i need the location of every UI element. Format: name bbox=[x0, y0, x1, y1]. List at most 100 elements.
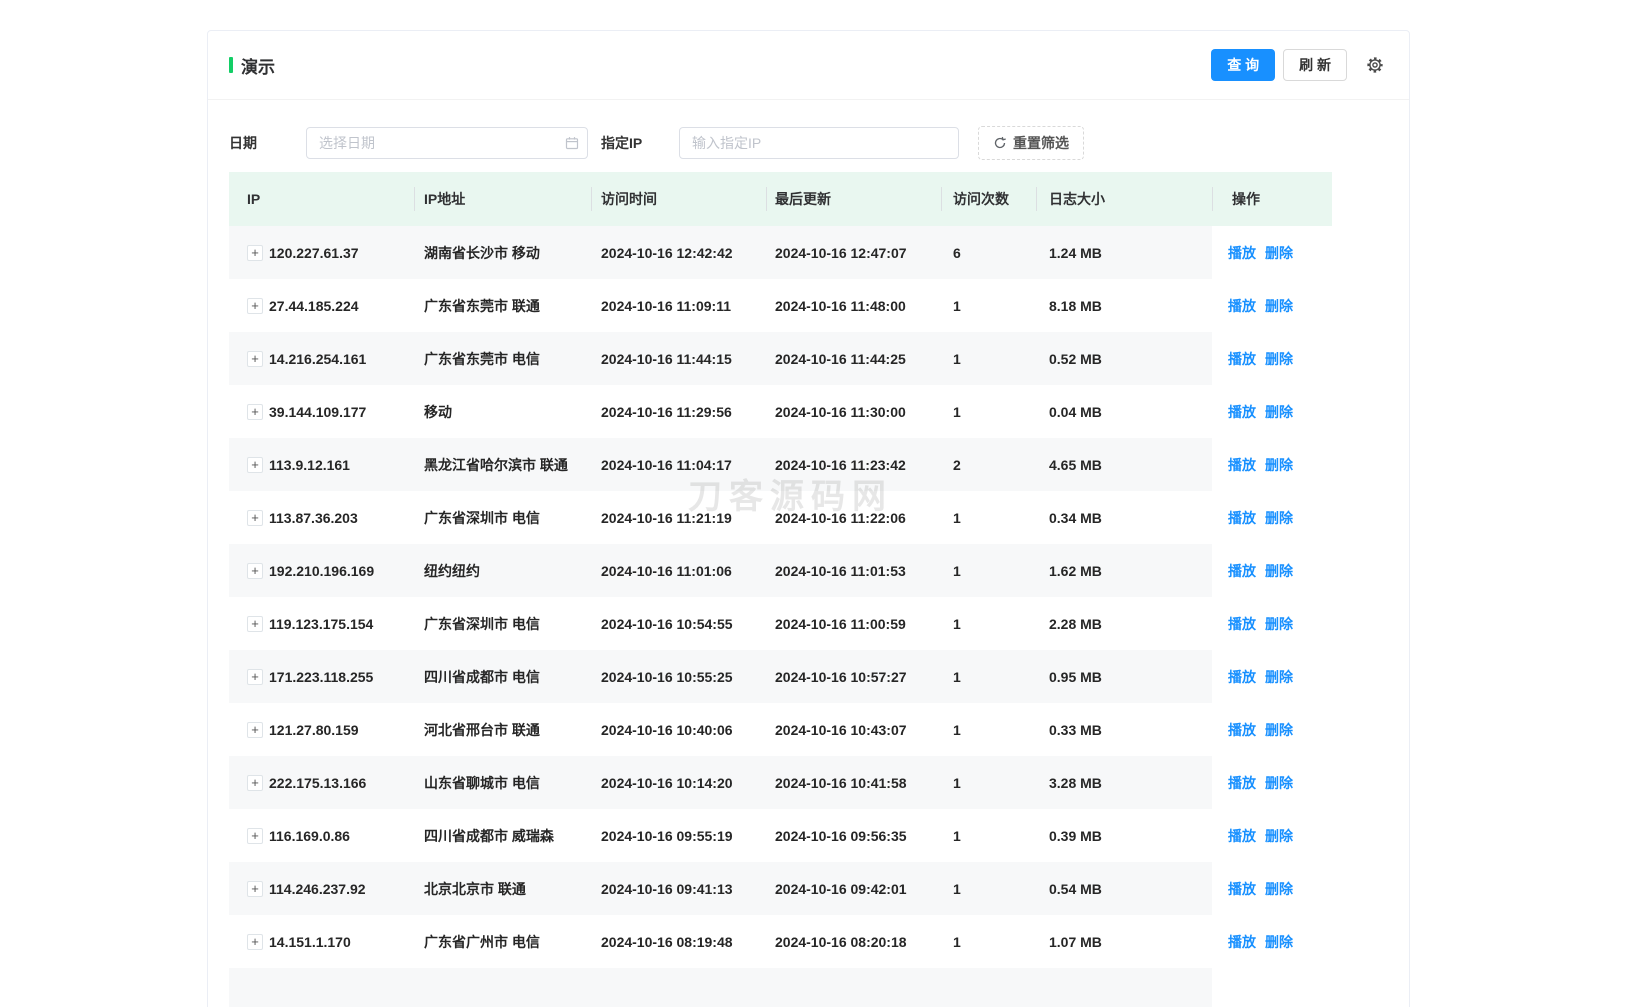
expand-row-button[interactable]: + bbox=[247, 616, 263, 632]
table-row: + 121.27.80.159 河北省邢台市 联通 2024-10-16 10:… bbox=[229, 703, 1332, 756]
ip-value: 192.210.196.169 bbox=[269, 563, 374, 579]
ip-filter-label: 指定IP bbox=[601, 133, 679, 153]
cell-log-size: 0.54 MB bbox=[1036, 862, 1212, 915]
expand-row-button[interactable]: + bbox=[247, 298, 263, 314]
cell-visit-time: 2024-10-16 12:42:42 bbox=[591, 226, 766, 279]
cell-address: 湖南省长沙市 移动 bbox=[414, 226, 591, 279]
ip-filter-input[interactable] bbox=[679, 127, 959, 159]
expand-row-button[interactable]: + bbox=[247, 351, 263, 367]
delete-link[interactable]: 删除 bbox=[1265, 296, 1293, 316]
column-header-last-update: 最后更新 bbox=[766, 172, 941, 226]
play-link[interactable]: 播放 bbox=[1228, 667, 1256, 687]
cell-log-size: 0.95 MB bbox=[1036, 650, 1212, 703]
expand-row-button[interactable]: + bbox=[247, 775, 263, 791]
cell-ip: + 113.87.36.203 bbox=[229, 491, 414, 544]
cell-address: 黑龙江省哈尔滨市 联通 bbox=[414, 438, 591, 491]
delete-link[interactable]: 删除 bbox=[1265, 455, 1293, 475]
play-link[interactable]: 播放 bbox=[1228, 614, 1256, 634]
ip-value: 171.223.118.255 bbox=[269, 669, 373, 685]
delete-link[interactable]: 删除 bbox=[1265, 720, 1293, 740]
expand-row-button[interactable]: + bbox=[247, 881, 263, 897]
date-filter-label: 日期 bbox=[229, 133, 306, 153]
ip-value: 120.227.61.37 bbox=[269, 245, 359, 261]
ip-value: 113.87.36.203 bbox=[269, 510, 358, 526]
play-link[interactable]: 播放 bbox=[1228, 508, 1256, 528]
cell-actions: 播放 删除 bbox=[1212, 862, 1332, 915]
delete-link[interactable]: 删除 bbox=[1265, 243, 1293, 263]
cell-actions: 播放 删除 bbox=[1212, 703, 1332, 756]
play-link[interactable]: 播放 bbox=[1228, 349, 1256, 369]
delete-link[interactable]: 删除 bbox=[1265, 932, 1293, 952]
refresh-button[interactable]: 刷 新 bbox=[1283, 49, 1347, 81]
cell-actions: 播放 删除 bbox=[1212, 438, 1332, 491]
delete-link[interactable]: 删除 bbox=[1265, 826, 1293, 846]
expand-row-button[interactable]: + bbox=[247, 934, 263, 950]
date-picker-input[interactable] bbox=[306, 127, 588, 159]
cell-visit-time: 2024-10-16 11:09:11 bbox=[591, 279, 766, 332]
cell-visit-time: 2024-10-16 11:44:15 bbox=[591, 332, 766, 385]
settings-button[interactable] bbox=[1365, 55, 1385, 75]
query-button[interactable]: 查 询 bbox=[1211, 49, 1275, 81]
cell-address: 河北省邢台市 联通 bbox=[414, 703, 591, 756]
cell-address: 纽约纽约 bbox=[414, 544, 591, 597]
cell-visit-count: 1 bbox=[941, 332, 1036, 385]
delete-link[interactable]: 删除 bbox=[1265, 508, 1293, 528]
filter-bar: 日期 指定IP 重置筛选 bbox=[229, 126, 1388, 160]
play-link[interactable]: 播放 bbox=[1228, 455, 1256, 475]
play-link[interactable]: 播放 bbox=[1228, 773, 1256, 793]
table-row: + 120.227.61.37 湖南省长沙市 移动 2024-10-16 12:… bbox=[229, 226, 1332, 279]
delete-link[interactable]: 删除 bbox=[1265, 879, 1293, 899]
cell-last-update: 2024-10-16 08:20:18 bbox=[766, 915, 941, 968]
cell-ip: + 27.44.185.224 bbox=[229, 279, 414, 332]
cell-log-size: 8.18 MB bbox=[1036, 279, 1212, 332]
expand-row-button[interactable]: + bbox=[247, 828, 263, 844]
play-link[interactable]: 播放 bbox=[1228, 296, 1256, 316]
table-header: IP IP地址 访问时间 最后更新 访问次数 日志大小 操作 bbox=[229, 172, 1332, 226]
header-actions: 查 询 刷 新 bbox=[1211, 49, 1385, 81]
expand-row-button[interactable]: + bbox=[247, 404, 263, 420]
expand-row-button[interactable]: + bbox=[247, 457, 263, 473]
cell-visit-time: 2024-10-16 11:01:06 bbox=[591, 544, 766, 597]
table-row: + 116.169.0.86 四川省成都市 威瑞森 2024-10-16 09:… bbox=[229, 809, 1332, 862]
delete-link[interactable]: 删除 bbox=[1265, 667, 1293, 687]
play-link[interactable]: 播放 bbox=[1228, 402, 1256, 422]
column-header-visit-count: 访问次数 bbox=[941, 172, 1036, 226]
play-link[interactable]: 播放 bbox=[1228, 932, 1256, 952]
expand-row-button[interactable]: + bbox=[247, 563, 263, 579]
cell-visit-count: 1 bbox=[941, 491, 1036, 544]
expand-row-button[interactable]: + bbox=[247, 722, 263, 738]
play-link[interactable]: 播放 bbox=[1228, 561, 1256, 581]
card-header: 演示 查 询 刷 新 bbox=[208, 31, 1409, 100]
cell-last-update: 2024-10-16 11:30:00 bbox=[766, 385, 941, 438]
delete-link[interactable]: 删除 bbox=[1265, 773, 1293, 793]
table-row: + 39.144.109.177 移动 2024-10-16 11:29:56 … bbox=[229, 385, 1332, 438]
cell-last-update: 2024-10-16 11:23:42 bbox=[766, 438, 941, 491]
cell-visit-time: 2024-10-16 09:55:19 bbox=[591, 809, 766, 862]
ip-value: 113.9.12.161 bbox=[269, 457, 350, 473]
expand-row-button[interactable]: + bbox=[247, 245, 263, 261]
page-title: 演示 bbox=[241, 53, 275, 78]
delete-link[interactable]: 删除 bbox=[1265, 614, 1293, 634]
cell-visit-time: 2024-10-16 10:55:25 bbox=[591, 650, 766, 703]
play-link[interactable]: 播放 bbox=[1228, 879, 1256, 899]
cell-last-update: 2024-10-16 11:22:06 bbox=[766, 491, 941, 544]
play-link[interactable]: 播放 bbox=[1228, 243, 1256, 263]
play-link[interactable]: 播放 bbox=[1228, 826, 1256, 846]
cell-visit-count: 1 bbox=[941, 809, 1036, 862]
cell-address: 广东省广州市 电信 bbox=[414, 915, 591, 968]
cell-visit-count: 1 bbox=[941, 703, 1036, 756]
cell-actions: 播放 删除 bbox=[1212, 385, 1332, 438]
delete-link[interactable]: 删除 bbox=[1265, 402, 1293, 422]
delete-link[interactable]: 删除 bbox=[1265, 349, 1293, 369]
play-link[interactable]: 播放 bbox=[1228, 720, 1256, 740]
date-picker bbox=[306, 127, 588, 159]
cell-last-update: 2024-10-16 09:42:01 bbox=[766, 862, 941, 915]
cell-address: 山东省聊城市 电信 bbox=[414, 756, 591, 809]
cell-log-size: 1.07 MB bbox=[1036, 915, 1212, 968]
expand-row-button[interactable]: + bbox=[247, 669, 263, 685]
delete-link[interactable]: 删除 bbox=[1265, 561, 1293, 581]
reset-icon bbox=[993, 136, 1007, 150]
reset-filters-button[interactable]: 重置筛选 bbox=[978, 126, 1084, 160]
expand-row-button[interactable]: + bbox=[247, 510, 263, 526]
cell-visit-count: 1 bbox=[941, 756, 1036, 809]
